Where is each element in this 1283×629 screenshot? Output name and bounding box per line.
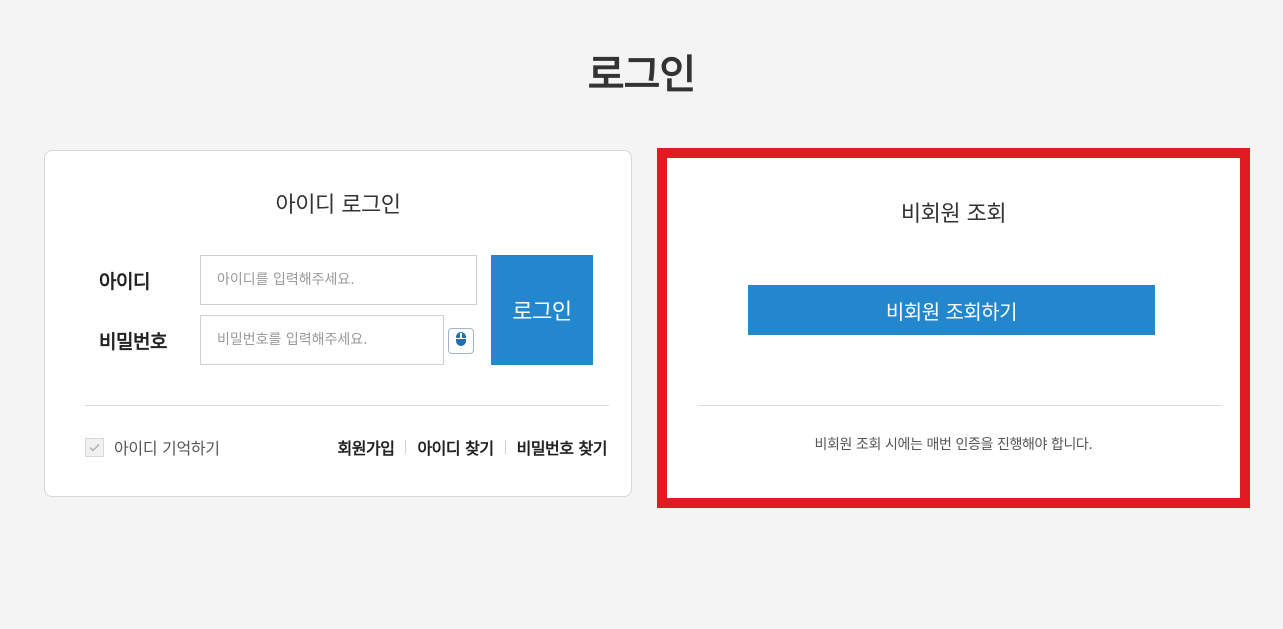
find-password-link[interactable]: 비밀번호 찾기	[517, 435, 608, 459]
login-divider	[85, 405, 609, 406]
virtual-keyboard-button[interactable]	[448, 328, 474, 354]
page-title: 로그인	[587, 52, 696, 98]
id-label: 아이디	[99, 271, 150, 293]
guest-lookup-note: 비회원 조회 시에는 매번 인증을 진행해야 합니다.	[814, 437, 1093, 453]
signup-link[interactable]: 회원가입	[338, 435, 395, 459]
guest-lookup-card: 비회원 조회 비회원 조회하기 비회원 조회 시에는 매번 인증을 진행해야 합…	[657, 148, 1250, 508]
remember-id-checkbox[interactable]	[85, 437, 104, 457]
member-login-title: 아이디 로그인	[275, 193, 401, 218]
guest-lookup-button[interactable]: 비회원 조회하기	[748, 285, 1155, 335]
check-icon	[89, 443, 100, 452]
mouse-keyboard-icon	[454, 330, 468, 352]
id-input[interactable]	[200, 255, 477, 305]
link-separator	[504, 440, 506, 454]
guest-lookup-title: 비회원 조회	[900, 202, 1007, 227]
guest-divider	[698, 405, 1222, 406]
password-label: 비밀번호	[99, 331, 167, 353]
member-login-card: 아이디 로그인 아이디 비밀번호 로그인 아이디 기억하기 회원가입 아이디 찾…	[44, 150, 632, 497]
password-input[interactable]	[200, 315, 444, 365]
login-button[interactable]: 로그인	[491, 255, 593, 365]
find-id-link[interactable]: 아이디 찾기	[417, 435, 494, 459]
remember-id-toggle[interactable]: 아이디 기억하기	[85, 435, 220, 459]
remember-id-label: 아이디 기억하기	[114, 439, 220, 458]
link-separator	[405, 440, 407, 454]
account-links: 회원가입 아이디 찾기 비밀번호 찾기	[338, 435, 608, 459]
